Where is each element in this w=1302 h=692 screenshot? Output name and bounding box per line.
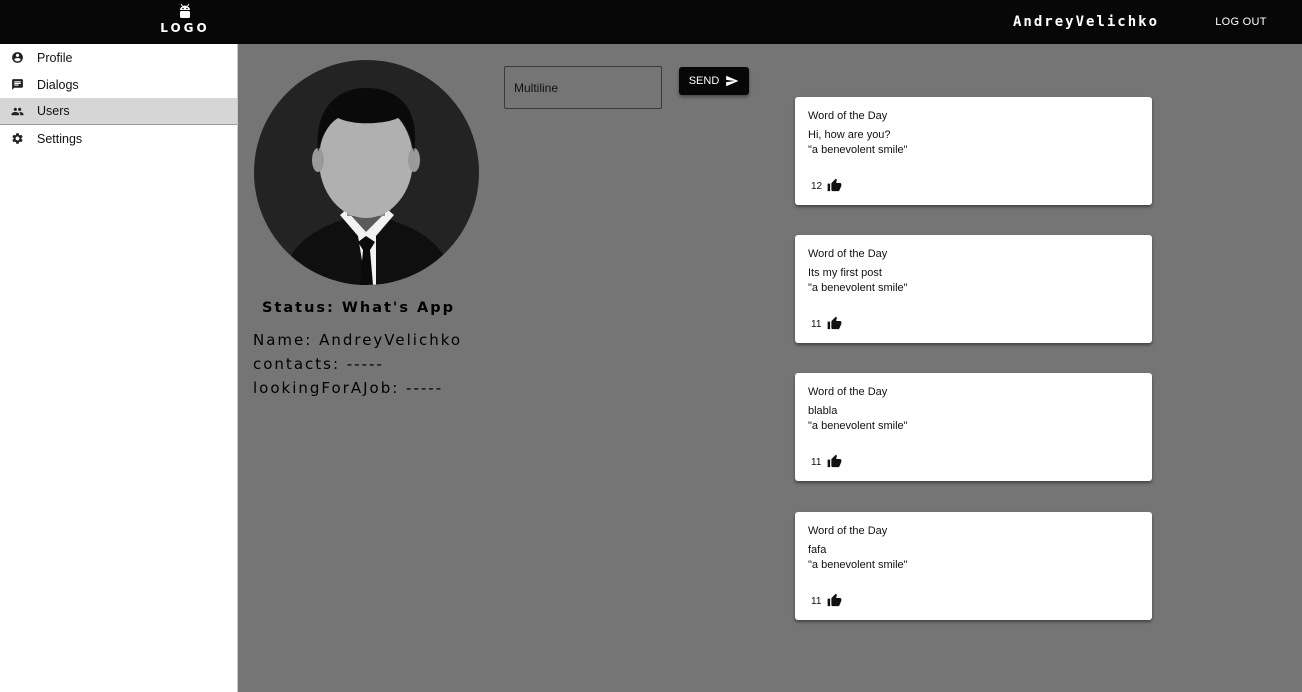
post-quote: "a benevolent smile": [808, 144, 908, 156]
post-message: Hi, how are you?: [808, 129, 891, 141]
post-title: Word of the Day: [808, 110, 888, 122]
sidebar-item-profile[interactable]: Profile: [0, 44, 237, 71]
post-card: Word of the Day Hi, how are you? "a bene…: [795, 97, 1152, 205]
account-circle-icon: [12, 52, 23, 63]
post-quote: "a benevolent smile": [808, 420, 908, 432]
post-quote: "a benevolent smile": [808, 559, 908, 571]
logo[interactable]: LOGO: [150, 3, 220, 41]
post-like-count: 11: [811, 457, 822, 468]
thumb-up-icon[interactable]: [827, 454, 842, 469]
sidebar-item-label: Users: [37, 104, 70, 118]
thumb-up-icon[interactable]: [827, 178, 842, 193]
sidebar-item-label: Profile: [37, 50, 73, 65]
post-card: Word of the Day blabla "a benevolent smi…: [795, 373, 1152, 481]
chat-icon: [12, 79, 23, 90]
post-card: Word of the Day Its my first post "a ben…: [795, 235, 1152, 343]
sidebar: Profile Dialogs Users Settings: [0, 44, 238, 692]
send-button[interactable]: SEND: [679, 67, 749, 95]
post-card: Word of the Day fafa "a benevolent smile…: [795, 512, 1152, 620]
people-icon: [11, 107, 24, 115]
logo-text: LOGO: [160, 21, 210, 35]
post-message: Its my first post: [808, 267, 882, 279]
send-icon: [726, 75, 739, 87]
thumb-up-icon[interactable]: [827, 593, 842, 608]
logout-button[interactable]: LOG OUT: [1206, 9, 1276, 35]
sidebar-item-label: Dialogs: [37, 77, 79, 92]
post-title: Word of the Day: [808, 248, 888, 260]
post-like-count: 11: [811, 596, 822, 607]
post-like-count: 11: [811, 319, 822, 330]
post-input[interactable]: [504, 66, 662, 109]
thumb-up-icon[interactable]: [827, 316, 842, 331]
profile-status[interactable]: Status: What's App: [262, 300, 455, 316]
sidebar-item-settings[interactable]: Settings: [0, 125, 237, 152]
gear-icon: [12, 133, 23, 144]
top-app-bar: LOGO AndreyVelichko LOG OUT: [0, 0, 1302, 44]
post-title: Word of the Day: [808, 386, 888, 398]
post-quote: "a benevolent smile": [808, 282, 908, 294]
sidebar-item-users[interactable]: Users: [0, 98, 237, 125]
person-silhouette-icon: [282, 88, 454, 285]
send-button-label: SEND: [688, 75, 720, 87]
post-like-count: 12: [811, 181, 823, 192]
profile-contacts: contacts: -----: [253, 355, 384, 373]
android-logo-icon: [180, 3, 190, 18]
profile-looking-for-job: lookingForAJob: -----: [253, 379, 444, 397]
sidebar-item-label: Settings: [37, 131, 83, 146]
header-username: AndreyVelichko: [1013, 14, 1160, 30]
post-message: fafa: [808, 544, 827, 556]
post-message: blabla: [808, 405, 838, 417]
profile-name: Name: AndreyVelichko: [253, 331, 463, 349]
sidebar-item-dialogs[interactable]: Dialogs: [0, 71, 237, 98]
post-title: Word of the Day: [808, 525, 888, 537]
profile-avatar: [254, 60, 479, 285]
